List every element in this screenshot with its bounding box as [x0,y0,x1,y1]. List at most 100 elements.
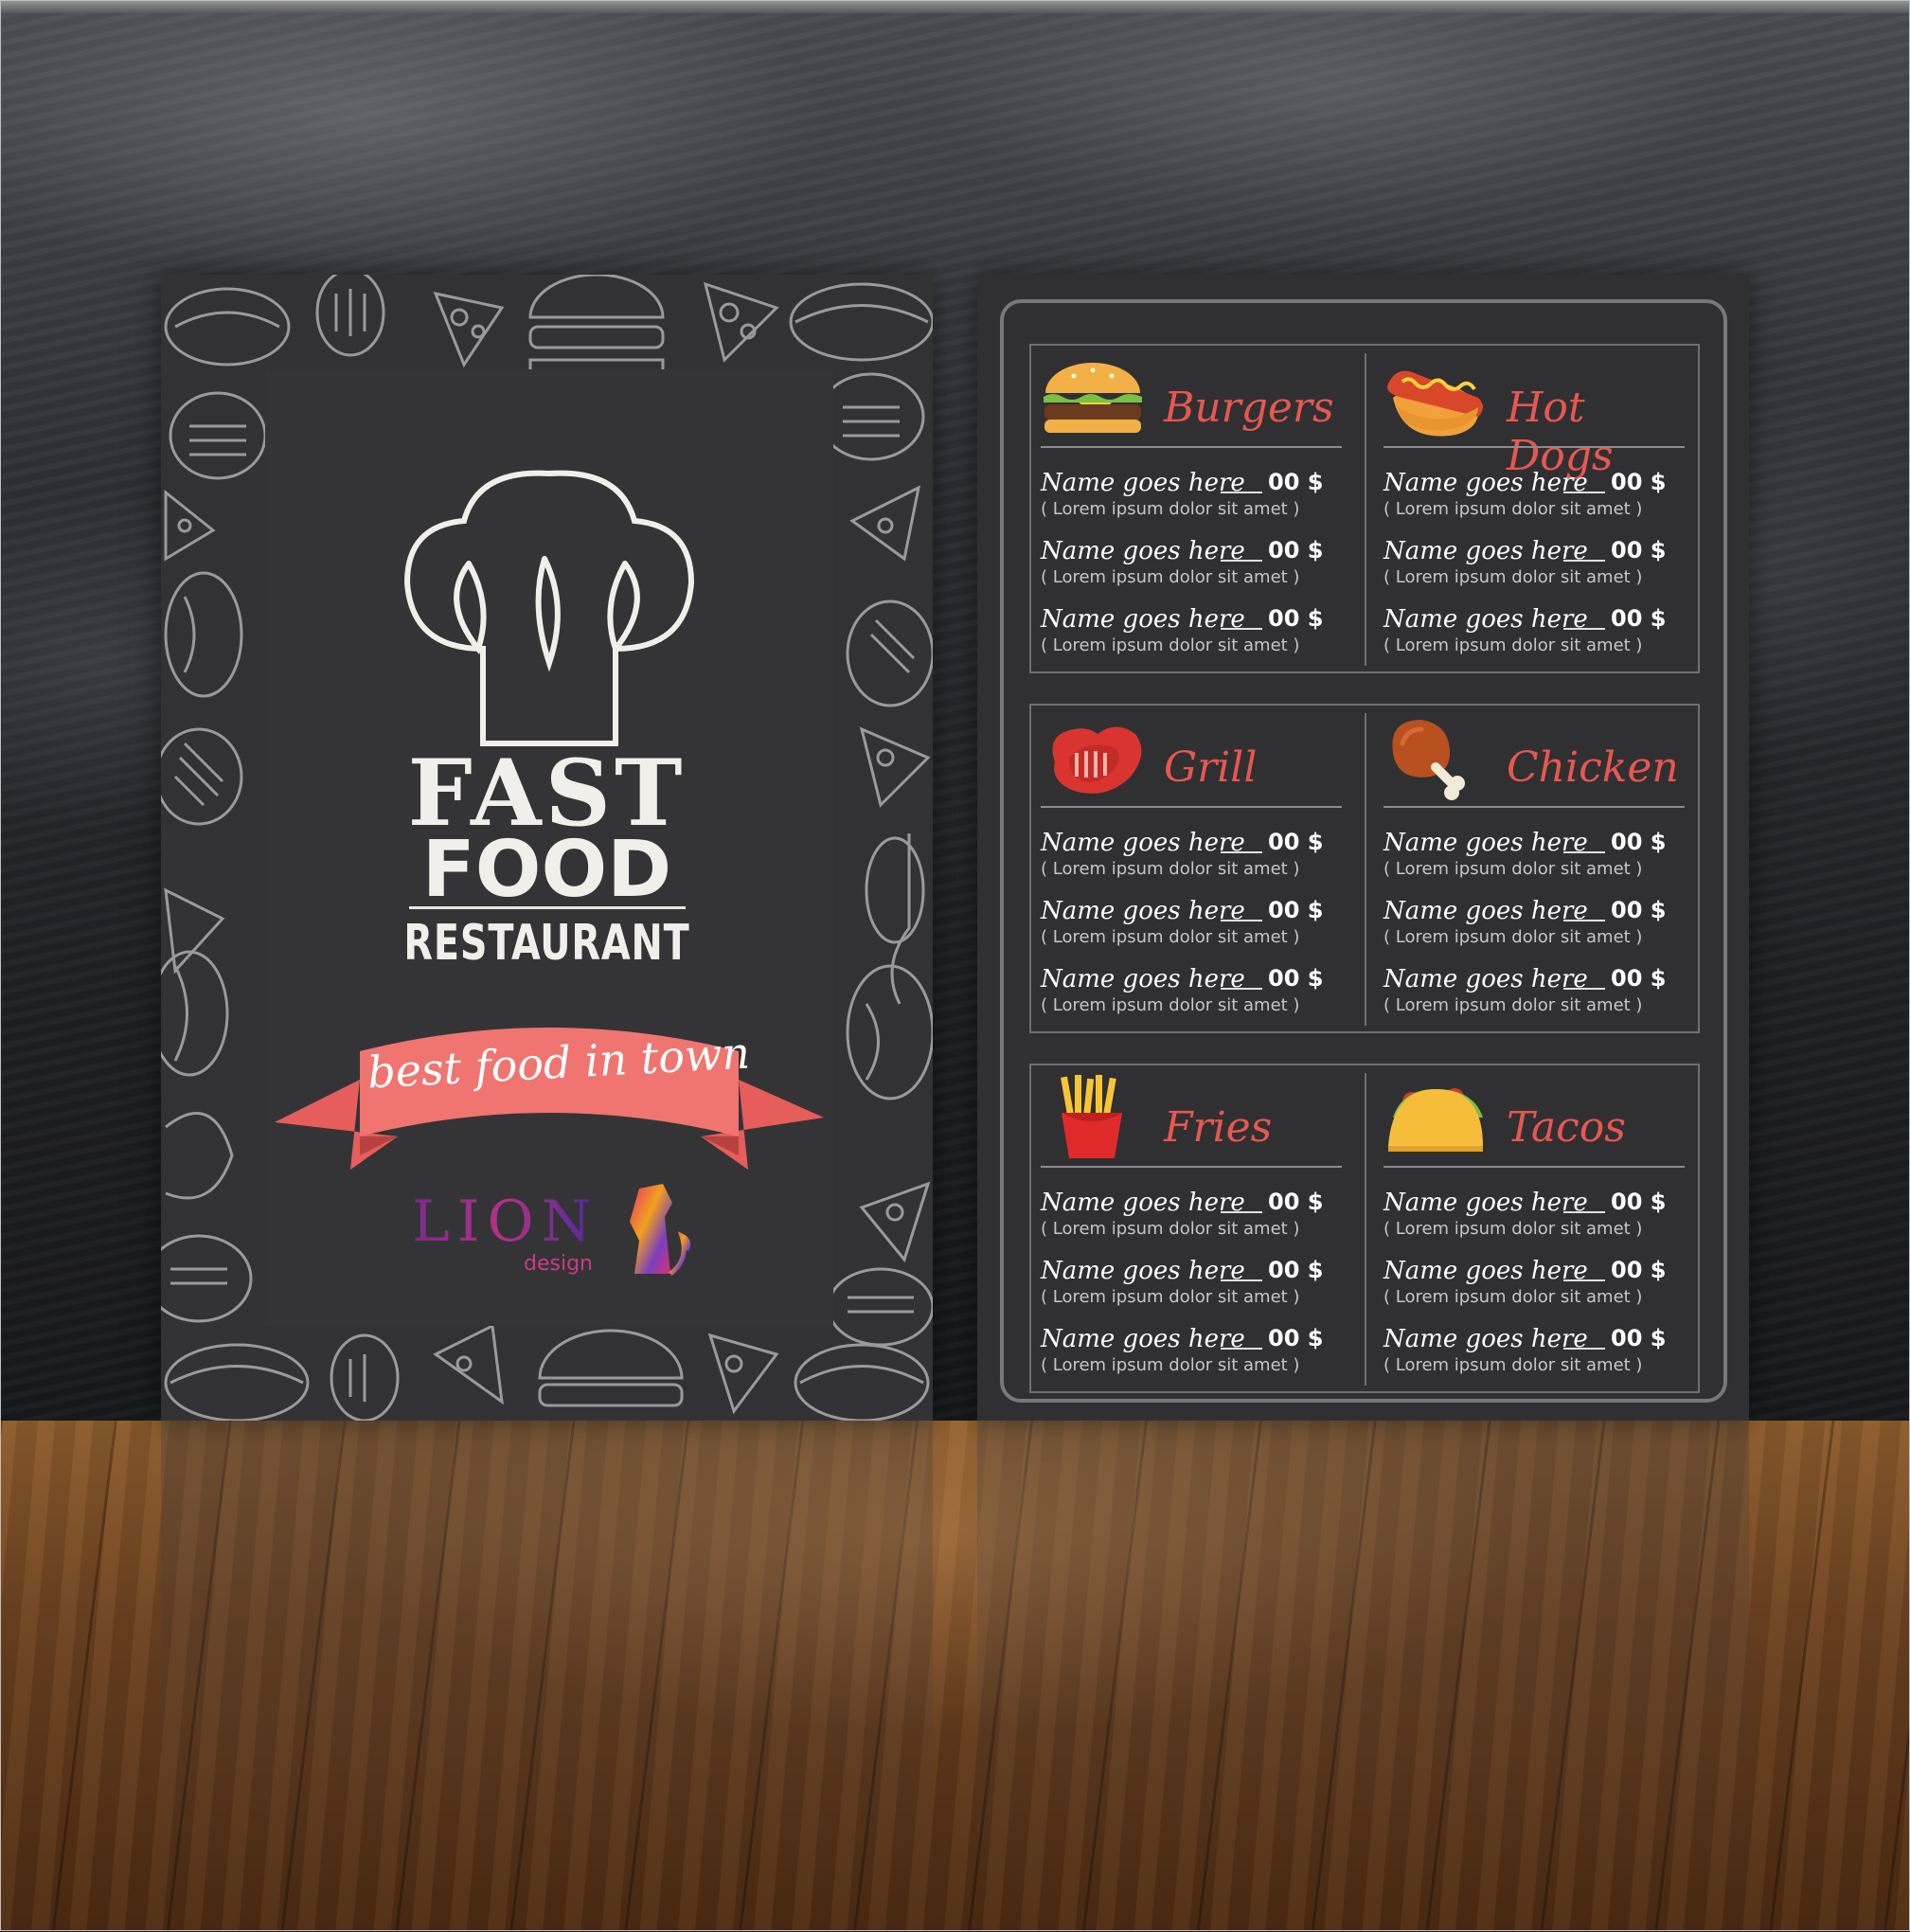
item-desc: ( Lorem ipsum dolor sit amet ) [1041,859,1300,879]
lion-logo-icon [630,1184,691,1276]
item-dash [1563,560,1605,562]
item-desc: ( Lorem ipsum dolor sit amet ) [1041,927,1300,947]
item-price: 00 $ [1268,829,1324,855]
item-price: 00 $ [1268,965,1324,992]
item-name: Name goes here [1383,1189,1588,1217]
category-title: Fries [1164,1103,1273,1152]
item-price: 00 $ [1611,605,1667,632]
logo-restaurant-text: RESTAURANT [403,915,690,972]
chicken-leg-icon [1392,720,1465,800]
burger-icon [1044,363,1142,433]
item-name: Name goes here [1041,829,1245,857]
menu-cover-card: FAST FOOD RESTAURANT best food in town L… [161,275,933,1421]
item-desc: ( Lorem ipsum dolor sit amet ) [1041,995,1300,1015]
item-name: Name goes here [1383,829,1588,857]
item-price: 00 $ [1268,469,1324,495]
cover-card-reflection [161,1421,933,1932]
item-name: Name goes here [1383,605,1588,634]
category-title: Tacos [1507,1103,1626,1152]
item-name: Name goes here [1041,469,1245,497]
item-price: 00 $ [1611,965,1667,992]
category-hot-dogs: Hot Dogs Name goes here 00 $ ( Lorem ips… [1383,346,1696,672]
menu-section-3: Fries Name goes here 00 $ ( Lorem ipsum … [1029,1064,1700,1393]
chef-hat-icon [403,470,695,746]
brand-name: LION [412,1189,599,1255]
item-desc: ( Lorem ipsum dolor sit amet ) [1041,567,1300,587]
menu-items-card: Burgers Name goes here 00 $ ( Lorem ipsu… [977,275,1749,1421]
item-price: 00 $ [1611,1189,1667,1215]
category-chicken: Chicken Name goes here 00 $ ( Lorem ipsu… [1383,706,1696,1032]
fries-icon [1061,1075,1122,1158]
category-title: Chicken [1507,743,1679,792]
item-name: Name goes here [1041,1257,1245,1285]
item-desc: ( Lorem ipsum dolor sit amet ) [1383,1219,1643,1239]
category-rule [1383,1166,1685,1168]
item-dash [1221,1211,1262,1213]
item-desc: ( Lorem ipsum dolor sit amet ) [1041,635,1300,655]
menu-card-reflection [977,1421,1749,1932]
item-dash [1563,988,1605,990]
item-dash [1221,492,1262,493]
menu-section-1: Burgers Name goes here 00 $ ( Lorem ipsu… [1029,344,1700,673]
item-dash [1563,1211,1605,1213]
item-price: 00 $ [1268,897,1324,923]
item-desc: ( Lorem ipsum dolor sit amet ) [1041,1355,1300,1375]
item-name: Name goes here [1041,605,1245,634]
category-rule [1041,446,1342,448]
item-dash [1563,1348,1605,1350]
logo-food-text: FOOD [421,825,672,915]
category-title: Hot Dogs [1507,384,1614,480]
item-dash [1221,1348,1262,1350]
item-price: 00 $ [1268,1189,1324,1215]
item-price: 00 $ [1268,605,1324,632]
item-desc: ( Lorem ipsum dolor sit amet ) [1383,927,1643,947]
item-desc: ( Lorem ipsum dolor sit amet ) [1041,1219,1300,1239]
item-price: 00 $ [1268,1325,1324,1351]
item-dash [1221,1279,1262,1281]
item-desc: ( Lorem ipsum dolor sit amet ) [1041,499,1300,519]
item-desc: ( Lorem ipsum dolor sit amet ) [1041,1287,1300,1307]
item-name: Name goes here [1383,537,1588,565]
item-dash [1563,492,1605,493]
item-price: 00 $ [1611,897,1667,923]
item-name: Name goes here [1383,1325,1588,1353]
category-grill: Grill Name goes here 00 $ ( Lorem ipsum … [1041,706,1353,1032]
item-desc: ( Lorem ipsum dolor sit amet ) [1383,635,1643,655]
item-name: Name goes here [1383,965,1588,993]
item-dash [1563,1279,1605,1281]
item-dash [1221,851,1262,853]
category-fries: Fries Name goes here 00 $ ( Lorem ipsum … [1041,1065,1353,1392]
item-dash [1221,988,1262,990]
item-desc: ( Lorem ipsum dolor sit amet ) [1383,995,1643,1015]
category-rule [1383,446,1685,448]
item-price: 00 $ [1611,469,1667,495]
section-divider [1365,1073,1366,1386]
item-name: Name goes here [1041,965,1245,993]
section-divider [1365,353,1366,666]
category-title: Grill [1164,743,1258,792]
item-dash [1221,560,1262,562]
section-divider [1365,713,1366,1026]
hotdog-icon [1387,370,1483,437]
wall-top-edge [0,0,1910,13]
item-dash [1563,851,1605,853]
taco-icon [1388,1088,1483,1152]
item-price: 00 $ [1611,1325,1667,1351]
category-burgers: Burgers Name goes here 00 $ ( Lorem ipsu… [1041,346,1353,672]
item-name: Name goes here [1383,897,1588,925]
category-rule [1383,806,1685,808]
item-desc: ( Lorem ipsum dolor sit amet ) [1383,567,1643,587]
item-price: 00 $ [1268,1257,1324,1283]
item-name: Name goes here [1041,537,1245,565]
item-name: Name goes here [1383,1257,1588,1285]
logo-divider [409,906,686,909]
item-desc: ( Lorem ipsum dolor sit amet ) [1383,859,1643,879]
item-dash [1563,628,1605,630]
steak-icon [1052,726,1142,794]
brand-sub: design [524,1252,593,1276]
item-desc: ( Lorem ipsum dolor sit amet ) [1383,1287,1643,1307]
category-rule [1041,1166,1342,1168]
item-dash [1563,920,1605,921]
item-name: Name goes here [1041,1325,1245,1353]
menu-section-2: Grill Name goes here 00 $ ( Lorem ipsum … [1029,704,1700,1033]
